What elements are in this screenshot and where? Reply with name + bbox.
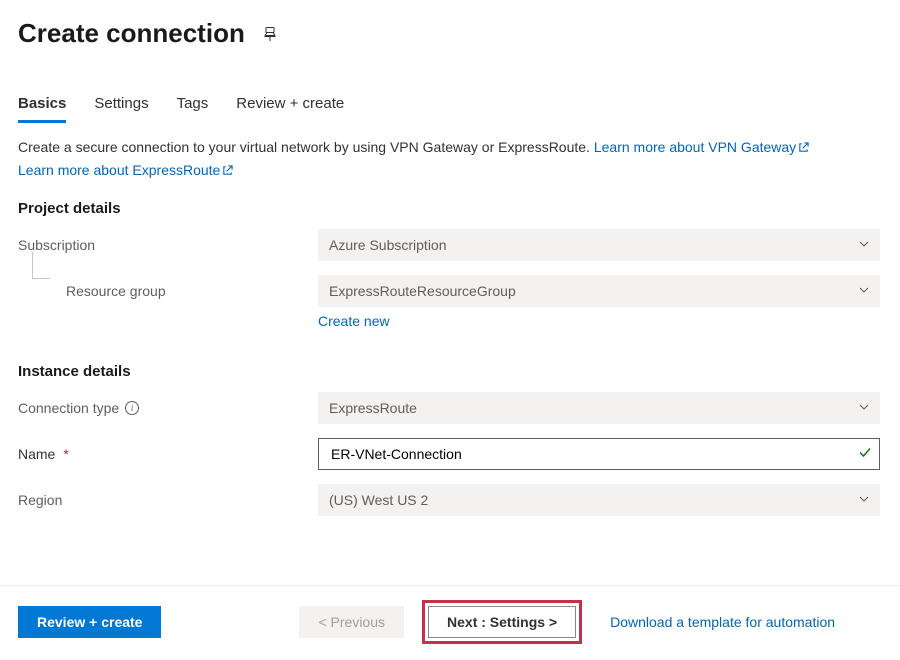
name-label: Name: [18, 446, 55, 462]
intro-text: Create a secure connection to your virtu…: [18, 137, 880, 182]
tab-settings[interactable]: Settings: [94, 91, 148, 122]
connection-type-row: Connection type i ExpressRoute: [18, 392, 880, 424]
external-link-icon: [222, 161, 233, 183]
wizard-footer: Review + create < Previous Next : Settin…: [0, 585, 900, 660]
check-icon: [858, 446, 872, 463]
region-select[interactable]: (US) West US 2: [318, 484, 880, 516]
indent-line-icon: [22, 258, 60, 294]
external-link-icon: [798, 138, 809, 160]
subscription-row: Subscription Azure Subscription: [18, 229, 880, 261]
resource-group-label: Resource group: [66, 283, 166, 299]
tab-basics[interactable]: Basics: [18, 91, 66, 123]
name-input-wrap: [318, 438, 880, 470]
project-details-heading: Project details: [18, 200, 880, 217]
connection-type-select[interactable]: ExpressRoute: [318, 392, 880, 424]
next-highlight-box: Next : Settings >: [422, 600, 582, 644]
learn-vpn-link[interactable]: Learn more about VPN Gateway: [594, 139, 809, 155]
download-template-link[interactable]: Download a template for automation: [610, 614, 835, 630]
page-title: Create connection: [18, 18, 245, 49]
next-button[interactable]: Next : Settings >: [428, 606, 576, 638]
review-create-button[interactable]: Review + create: [18, 606, 161, 638]
connection-type-label: Connection type: [18, 400, 119, 416]
name-input[interactable]: [329, 445, 849, 463]
subscription-select[interactable]: Azure Subscription: [318, 229, 880, 261]
region-row: Region (US) West US 2: [18, 484, 880, 516]
instance-details-heading: Instance details: [18, 363, 880, 380]
info-icon[interactable]: i: [125, 401, 139, 415]
connection-type-value: ExpressRoute: [329, 400, 417, 416]
previous-button: < Previous: [299, 606, 404, 638]
resource-group-select[interactable]: ExpressRouteResourceGroup: [318, 275, 880, 307]
tab-tags[interactable]: Tags: [177, 91, 209, 122]
region-value: (US) West US 2: [329, 492, 428, 508]
create-new-rg-link[interactable]: Create new: [318, 313, 390, 329]
intro-body: Create a secure connection to your virtu…: [18, 139, 594, 155]
pin-icon[interactable]: [261, 25, 279, 43]
learn-er-link[interactable]: Learn more about ExpressRoute: [18, 162, 233, 178]
name-row: Name *: [18, 438, 880, 470]
resource-group-row: Resource group ExpressRouteResourceGroup: [18, 275, 880, 307]
required-star-icon: *: [63, 446, 68, 462]
resource-group-value: ExpressRouteResourceGroup: [329, 283, 516, 299]
subscription-label: Subscription: [18, 237, 95, 253]
tab-review-create[interactable]: Review + create: [236, 91, 344, 122]
region-label: Region: [18, 492, 62, 508]
tab-bar: Basics Settings Tags Review + create: [18, 91, 880, 123]
subscription-value: Azure Subscription: [329, 237, 447, 253]
